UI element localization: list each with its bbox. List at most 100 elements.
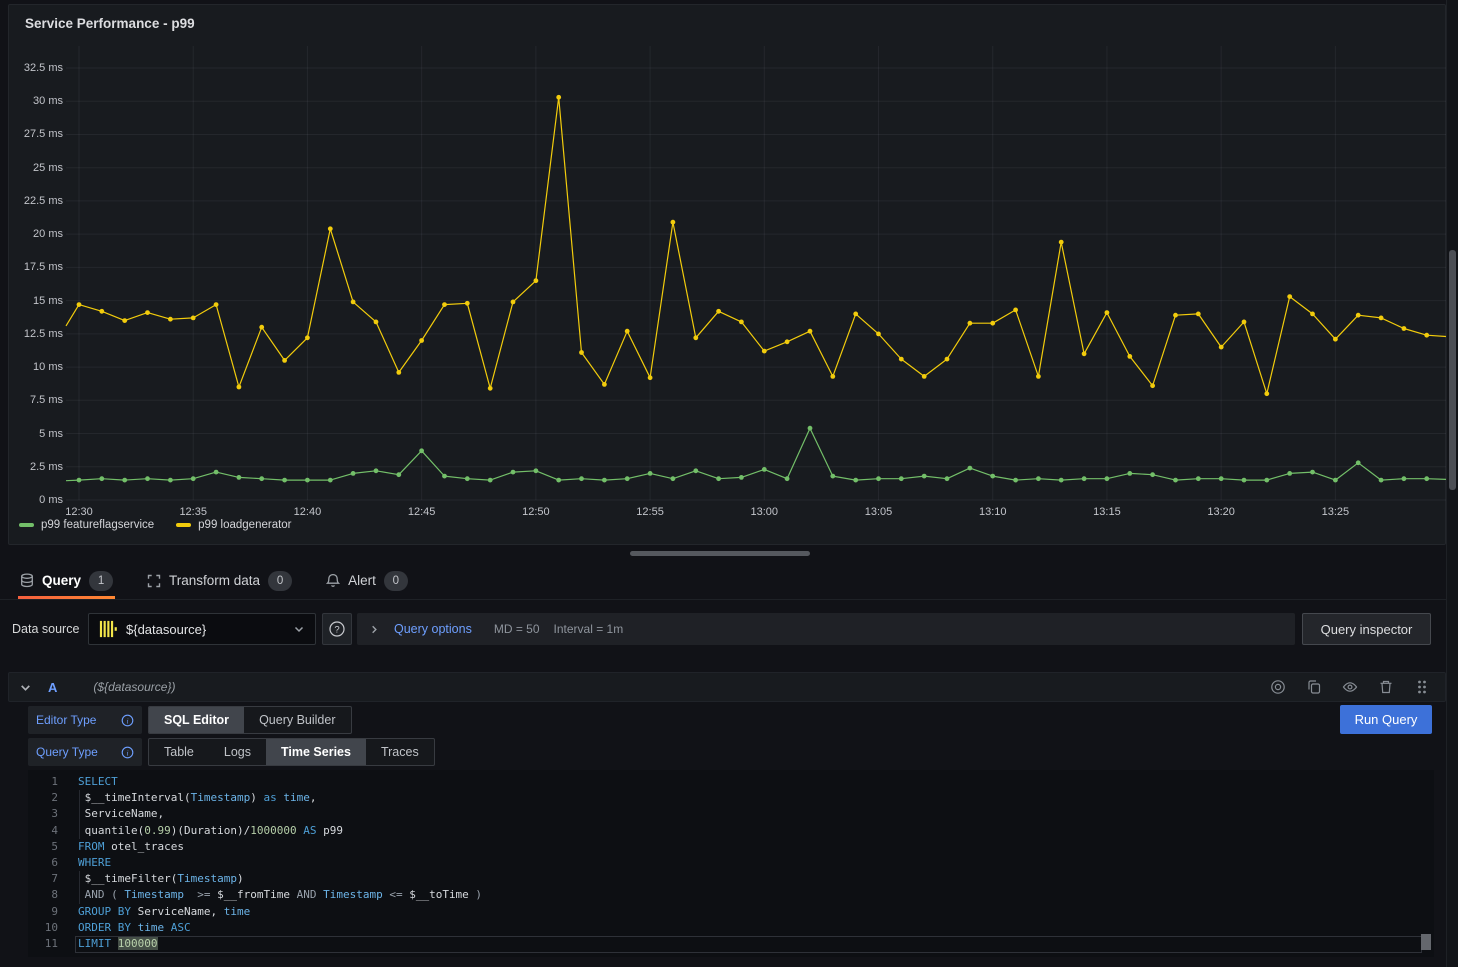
sql-line-1: 1SELECT <box>28 774 1434 790</box>
run-query-button[interactable]: Run Query <box>1340 705 1432 734</box>
timeseries-panel: Service Performance - p99 0 ms2.5 ms5 ms… <box>8 4 1446 545</box>
legend: p99 featureflagservice p99 loadgenerator <box>19 519 292 531</box>
y-axis-tick-label: 2.5 ms <box>11 461 63 473</box>
y-axis-tick-label: 27.5 ms <box>11 128 63 140</box>
y-axis-tick-label: 15 ms <box>11 295 63 307</box>
x-axis-tick-label: 12:35 <box>165 506 221 518</box>
query-type-option-traces[interactable]: Traces <box>366 739 434 765</box>
tab-label: Query <box>42 573 81 588</box>
query-row-header[interactable]: A (${datasource}) <box>8 672 1446 702</box>
x-axis-tick-label: 12:45 <box>394 506 450 518</box>
editor-type-group: SQL EditorQuery Builder <box>148 706 352 734</box>
query-ref-id: A <box>48 680 57 695</box>
tab-transform-data[interactable]: Transform data 0 <box>147 562 292 599</box>
line-number: 7 <box>28 871 58 887</box>
x-axis-tick-label: 13:25 <box>1307 506 1363 518</box>
datasource-label: Data source <box>12 613 79 645</box>
legend-series-label: p99 featureflagservice <box>41 519 154 531</box>
svg-text:i: i <box>126 748 128 757</box>
sql-line-8: 8 AND ( Timestamp >= $__fromTime AND Tim… <box>28 887 1434 903</box>
query-options-link[interactable]: Query options <box>394 622 472 636</box>
horizontal-scrollbar[interactable] <box>630 551 810 556</box>
disable-query-icon[interactable] <box>1265 676 1291 698</box>
database-icon <box>20 573 34 588</box>
max-data-points-summary: MD = 50 <box>494 622 540 636</box>
tab-transform-count-badge: 0 <box>268 571 292 591</box>
sql-line-10: 10ORDER BY time ASC <box>28 920 1434 936</box>
datasource-help-button[interactable]: ? <box>322 613 352 645</box>
editor-scrollbar-thumb[interactable] <box>1421 934 1431 950</box>
tab-alert-count-badge: 0 <box>384 571 408 591</box>
sql-code-editor[interactable]: 1SELECT2 $__timeInterval(Timestamp) as t… <box>28 770 1434 957</box>
x-axis-tick-label: 13:00 <box>736 506 792 518</box>
legend-item[interactable]: p99 featureflagservice <box>19 519 154 531</box>
sql-line-6: 6WHERE <box>28 855 1434 871</box>
editor-type-option-sql-editor[interactable]: SQL Editor <box>149 707 244 733</box>
legend-series-label: p99 loadgenerator <box>198 519 291 531</box>
info-icon: i <box>121 746 134 759</box>
y-axis-tick-label: 7.5 ms <box>11 394 63 406</box>
interval-summary: Interval = 1m <box>554 622 624 636</box>
sql-line-11: 11LIMIT 100000 <box>28 936 1434 952</box>
timeseries-chart[interactable] <box>9 5 1447 546</box>
drag-handle-icon[interactable] <box>1409 676 1435 698</box>
active-tab-underline <box>18 596 115 599</box>
query-datasource-hint: (${datasource}) <box>93 680 175 694</box>
query-type-option-table[interactable]: Table <box>149 739 209 765</box>
duplicate-query-icon[interactable] <box>1301 676 1327 698</box>
query-options-toggle[interactable]: Query options MD = 50 Interval = 1m <box>357 613 1295 645</box>
tab-query[interactable]: Query 1 <box>20 562 113 599</box>
query-inspector-button[interactable]: Query inspector <box>1302 613 1431 645</box>
sql-line-9: 9GROUP BY ServiceName, time <box>28 904 1434 920</box>
x-axis-tick-label: 12:40 <box>279 506 335 518</box>
y-axis-tick-label: 30 ms <box>11 95 63 107</box>
query-row-actions <box>1265 676 1435 698</box>
y-axis-tick-label: 25 ms <box>11 162 63 174</box>
line-number: 8 <box>28 887 58 903</box>
transform-icon <box>147 574 161 588</box>
line-number: 4 <box>28 823 58 839</box>
y-axis-tick-label: 12.5 ms <box>11 328 63 340</box>
y-axis-tick-label: 17.5 ms <box>11 261 63 273</box>
svg-text:?: ? <box>334 624 339 635</box>
line-number: 6 <box>28 855 58 871</box>
chevron-down-icon <box>293 623 305 635</box>
sql-line-2: 2 $__timeInterval(Timestamp) as time, <box>28 790 1434 806</box>
delete-query-trash-icon[interactable] <box>1373 676 1399 698</box>
y-axis-tick-label: 10 ms <box>11 361 63 373</box>
line-number: 9 <box>28 904 58 920</box>
collapse-chevron-icon[interactable] <box>19 681 32 694</box>
chevron-right-icon <box>369 624 380 635</box>
y-axis-tick-label: 5 ms <box>11 428 63 440</box>
help-question-icon: ? <box>328 620 346 638</box>
line-number: 2 <box>28 790 58 806</box>
indent-guide <box>79 790 80 839</box>
y-axis-tick-label: 20 ms <box>11 228 63 240</box>
hide-response-eye-icon[interactable] <box>1337 676 1363 698</box>
page-scrollbar-thumb[interactable] <box>1449 250 1456 490</box>
x-axis-tick-label: 12:30 <box>51 506 107 518</box>
legend-series-dash <box>176 523 191 527</box>
x-axis-tick-label: 13:20 <box>1193 506 1249 518</box>
indent-guide <box>79 871 80 903</box>
query-type-group: TableLogsTime SeriesTraces <box>148 738 435 766</box>
sql-line-3: 3 ServiceName, <box>28 806 1434 822</box>
editor-type-option-query-builder[interactable]: Query Builder <box>244 707 350 733</box>
datasource-picker[interactable]: ${datasource} <box>88 613 316 645</box>
panel-edit-tabbar: Query 1 Transform data 0 Alert 0 <box>0 562 1446 600</box>
query-type-option-logs[interactable]: Logs <box>209 739 266 765</box>
panel-title: Service Performance - p99 <box>25 16 195 31</box>
query-type-option-time-series[interactable]: Time Series <box>266 739 366 765</box>
y-axis-tick-label: 22.5 ms <box>11 195 63 207</box>
line-number: 10 <box>28 920 58 936</box>
tab-alert[interactable]: Alert 0 <box>326 562 408 599</box>
datasource-picker-value: ${datasource} <box>126 622 284 637</box>
x-axis-tick-label: 13:10 <box>965 506 1021 518</box>
legend-item[interactable]: p99 loadgenerator <box>176 519 291 531</box>
bell-icon <box>326 573 340 588</box>
line-number: 5 <box>28 839 58 855</box>
tab-label: Transform data <box>169 573 260 588</box>
tab-query-count-badge: 1 <box>89 571 113 591</box>
line-number: 1 <box>28 774 58 790</box>
sql-line-7: 7 $__timeFilter(Timestamp) <box>28 871 1434 887</box>
